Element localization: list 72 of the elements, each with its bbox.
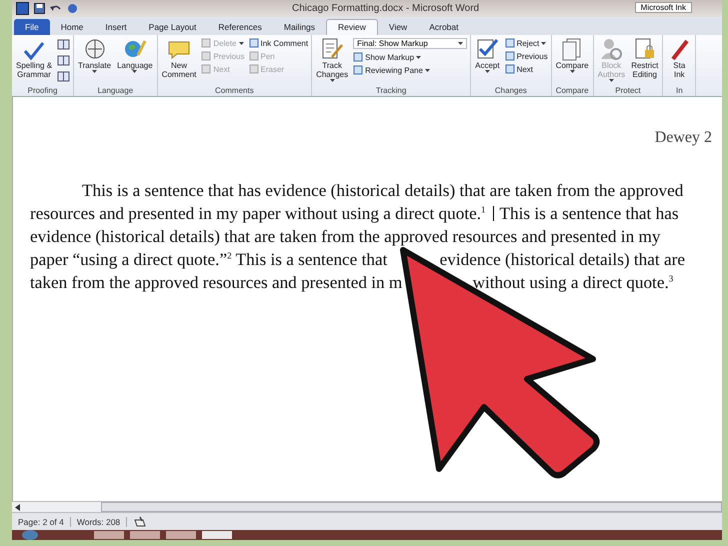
- body-text: paper “using a direct quote.”$^{2}$ This is a sentence that: [30, 250, 388, 269]
- horizontal-scrollbar[interactable]: [12, 501, 722, 512]
- caret-icon: [238, 42, 244, 44]
- file-tab[interactable]: File: [14, 19, 50, 35]
- group-label: Protect: [614, 86, 642, 96]
- person-icon: [599, 37, 624, 61]
- body-text: This is a sentence that has evidence (historical details) that are taken from the approved: [82, 181, 684, 200]
- body-text: resources and presented in my paper without using a direct quote.$^{1}$: [30, 204, 486, 223]
- page-count[interactable]: Page: 2 of 4: [12, 516, 71, 526]
- ribbon-button[interactable]: Ink Comment: [248, 38, 308, 48]
- caret-icon: [92, 70, 98, 73]
- ribbon-tab[interactable]: References: [207, 20, 273, 35]
- group-label: Language: [96, 86, 134, 96]
- ribbon-button[interactable]: Spelling & Grammar: [15, 37, 54, 86]
- markup-dropdown[interactable]: Final: Show Markup: [353, 38, 468, 49]
- document-pen-icon: [320, 37, 344, 61]
- ribbon-button[interactable]: Sta Ink: [666, 37, 692, 86]
- ribbon-button[interactable]: Compare: [554, 37, 590, 86]
- left-arrow-icon[interactable]: [15, 504, 21, 510]
- caret-icon: [458, 42, 464, 45]
- ribbon-button[interactable]: Reviewing Pane: [353, 65, 468, 75]
- save-icon[interactable]: [34, 3, 45, 14]
- caret-icon: [424, 68, 430, 72]
- caret-icon: [330, 79, 335, 82]
- document-check-icon: [475, 37, 500, 61]
- circle-icon[interactable]: [67, 3, 78, 14]
- ribbon-button[interactable]: Restrict Editing: [630, 37, 660, 86]
- proofing-icon[interactable]: [133, 516, 148, 528]
- caret-icon: [132, 70, 138, 73]
- undo-icon[interactable]: [50, 4, 62, 14]
- caret-icon: [484, 70, 490, 73]
- ribbon-button[interactable]: Track Changes: [315, 37, 350, 86]
- group-label: In: [674, 86, 684, 96]
- caret-icon: [541, 42, 546, 44]
- start-button[interactable]: [22, 530, 38, 540]
- group-label: Compare: [554, 86, 590, 96]
- body-text: without using a direct quote.$^{3}$: [472, 273, 674, 292]
- ribbon-tab[interactable]: Insert: [94, 20, 138, 35]
- caret-icon: [416, 56, 422, 58]
- ribbon-button[interactable]: Next: [504, 64, 548, 74]
- caret-icon: [570, 70, 575, 73]
- ribbon-button[interactable]: Translate: [77, 37, 112, 86]
- ribbon-tab[interactable]: Acrobat: [418, 20, 470, 35]
- globe-icon: [82, 37, 107, 61]
- ribbon-button[interactable]: Language: [116, 37, 154, 86]
- ink-tool-button[interactable]: Microsoft Ink: [634, 2, 692, 13]
- caret-icon: [608, 79, 614, 82]
- ribbon-button[interactable]: Previous: [504, 51, 548, 61]
- word-count[interactable]: Words: 208: [70, 516, 128, 526]
- group-label: Comments: [214, 86, 255, 96]
- group-label: Tracking: [374, 86, 408, 96]
- ribbon-button[interactable]: Accept: [474, 37, 501, 86]
- ribbon-tab[interactable]: Page Layout: [138, 20, 208, 35]
- ribbon-button[interactable]: New Comment: [160, 37, 198, 86]
- ribbon-tab[interactable]: Mailings: [272, 20, 326, 35]
- window-title: Chicago Formatting.docx - Microsoft Word: [292, 3, 480, 14]
- ribbon-tab[interactable]: View: [378, 20, 418, 35]
- group-label: Proofing: [26, 86, 58, 96]
- group-label: Changes: [494, 86, 528, 96]
- body-text: evidence (historical details) that are taken from the approved resources and presented in my: [30, 227, 660, 246]
- body-text: This is a sentence that has: [500, 204, 679, 223]
- ribbon-button[interactable]: Show Markup: [353, 52, 468, 62]
- page-header: Dewey 2: [654, 128, 712, 148]
- word-icon[interactable]: [16, 2, 29, 15]
- ribbon-tab[interactable]: Review: [326, 19, 378, 35]
- scroll-thumb[interactable]: [101, 502, 722, 512]
- document-lock-icon: [632, 37, 657, 61]
- body-text: taken from the approved resources and presented in m: [30, 273, 402, 292]
- ribbon-button[interactable]: Reject: [504, 38, 548, 48]
- body-text: evidence (historical details) that are: [440, 250, 685, 269]
- text-cursor: [492, 206, 494, 221]
- ribbon-tab[interactable]: Home: [50, 20, 94, 35]
